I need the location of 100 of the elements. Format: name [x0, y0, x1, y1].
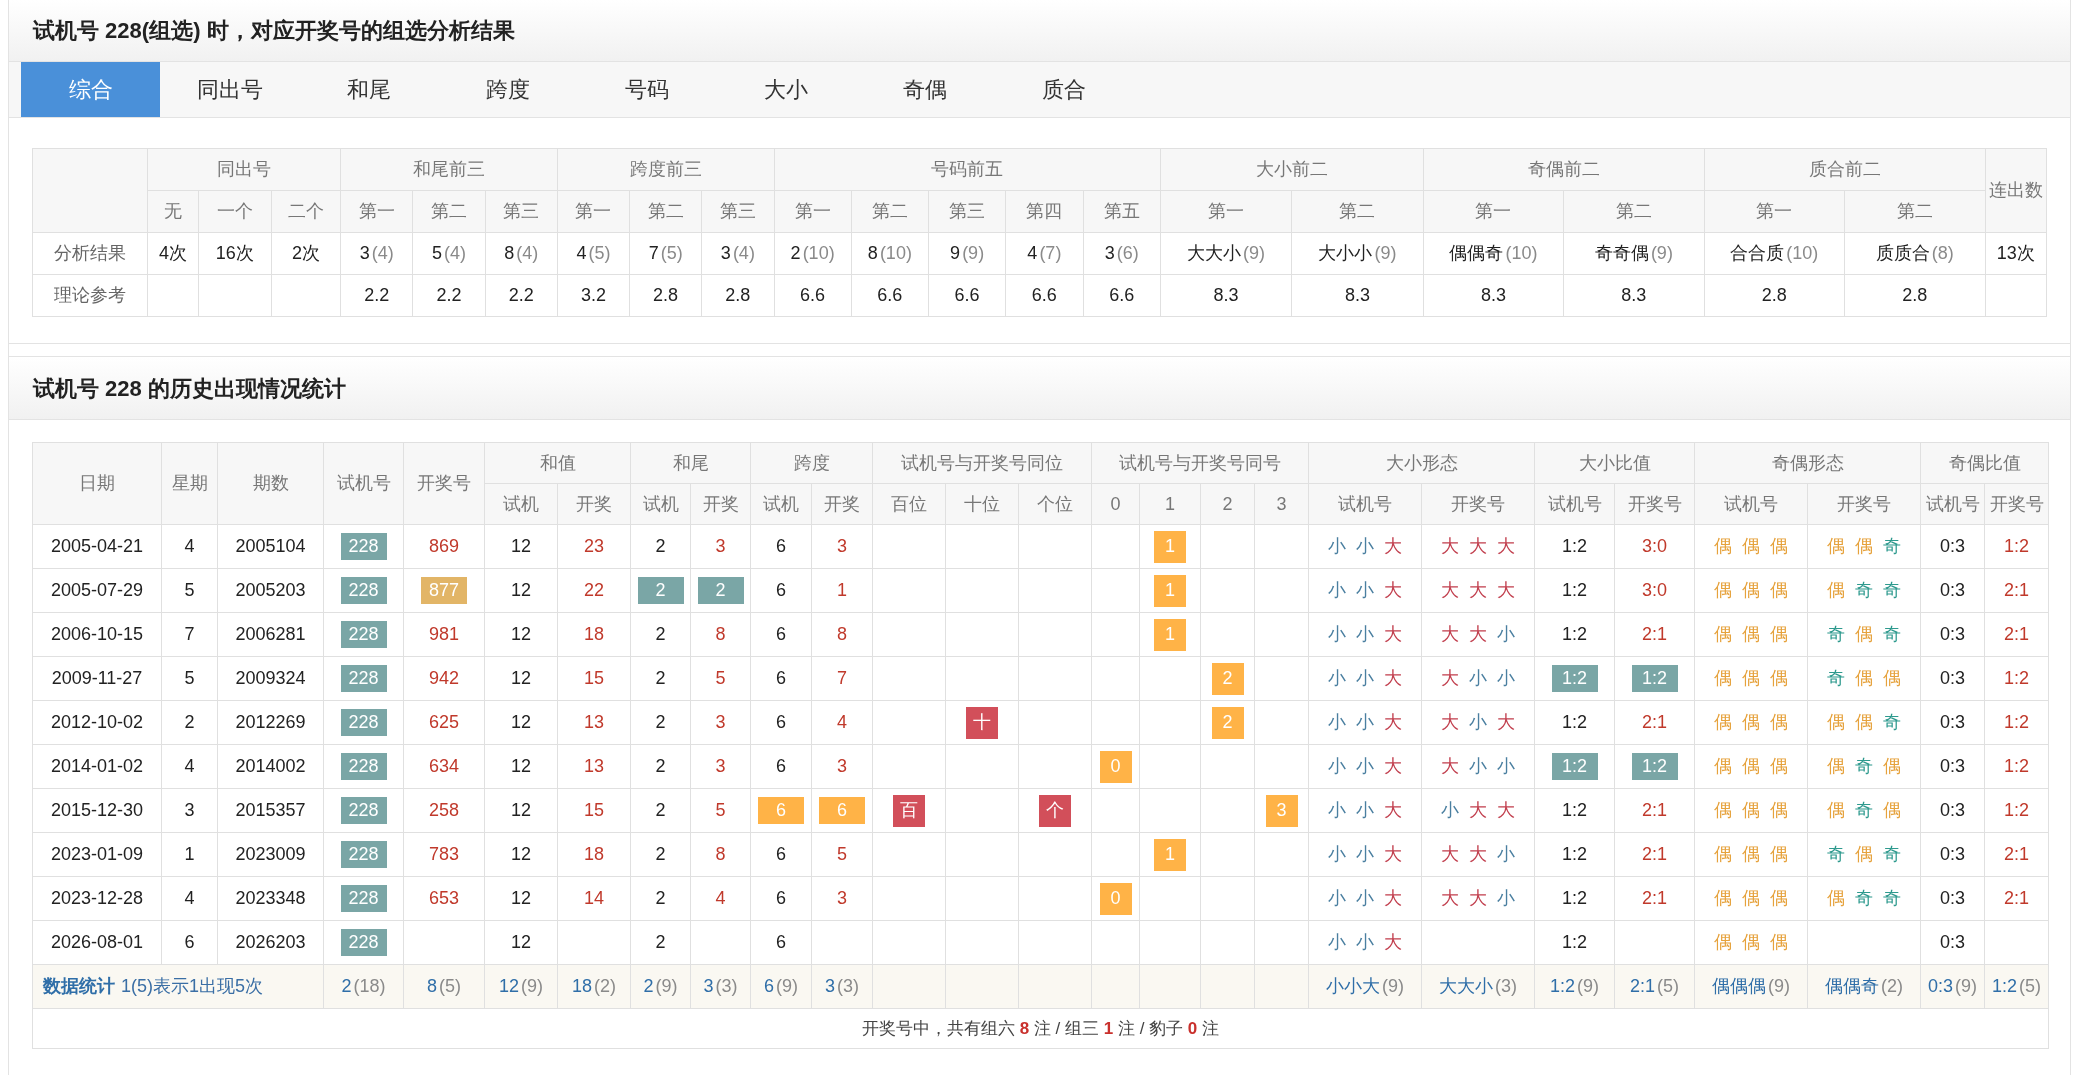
column-header: 3 — [1254, 483, 1309, 525]
table-cell: 6 — [750, 568, 812, 613]
number-badge: 2 — [697, 577, 744, 604]
table-cell: 0:3 — [1920, 744, 1985, 789]
table-cell: 偶偶偶(9) — [1694, 964, 1808, 1009]
size-pattern: 小 大 大 — [1441, 799, 1515, 822]
column-header: 星期 — [161, 442, 218, 525]
table-cell: 2006281 — [217, 612, 324, 657]
number-badge: 1:2 — [1631, 665, 1678, 692]
table-cell: 8 — [690, 832, 751, 877]
number-badge: 1:2 — [1551, 665, 1598, 692]
number-badge: 6 — [819, 797, 865, 824]
size-pattern: 小 小 大 — [1328, 799, 1402, 822]
number-badge: 1 — [1154, 574, 1186, 607]
table-cell: 2009324 — [217, 656, 324, 701]
number-badge: 2 — [637, 577, 684, 604]
tab[interactable]: 奇偶 — [855, 62, 994, 117]
number-badge: 228 — [340, 753, 387, 780]
column-header: 试机号 — [323, 442, 404, 525]
tab[interactable]: 同出号 — [160, 62, 299, 117]
table-cell: 大大小(9) — [1160, 232, 1292, 275]
table-cell: 1:2 — [1534, 612, 1615, 657]
size-pattern: 小 小 大 — [1328, 887, 1402, 910]
table-cell: 2.8 — [1704, 274, 1845, 317]
table-cell: 3(6) — [1083, 232, 1161, 275]
table-cell: 8.3 — [1160, 274, 1292, 317]
column-header: 试机号 — [1920, 483, 1985, 525]
table-cell: 783 — [403, 832, 485, 877]
table-cell: 6 — [750, 524, 812, 569]
table-cell: 2 — [630, 612, 691, 657]
table-cell: 2026203 — [217, 920, 324, 965]
number-badge: 228 — [340, 709, 387, 736]
table-cell: 偶偶奇(2) — [1807, 964, 1921, 1009]
column-header: 号码前五 — [774, 148, 1161, 191]
table-cell: 5 — [161, 656, 218, 701]
parity-pattern: 奇 偶 奇 — [1827, 843, 1901, 866]
column-header: 试机号与开奖号同号 — [1091, 442, 1309, 484]
table-cell: 6 — [750, 656, 812, 701]
table-cell: 18 — [557, 832, 631, 877]
tab[interactable]: 大小 — [716, 62, 855, 117]
column-header: 和尾前三 — [340, 148, 558, 191]
table-cell: 3(4) — [340, 232, 413, 275]
table-cell: 2(18) — [323, 964, 404, 1009]
table-cell: 6.6 — [1005, 274, 1083, 317]
tab[interactable]: 跨度 — [438, 62, 577, 117]
table-cell: 8 — [690, 612, 751, 657]
column-header: 试机号 — [1308, 483, 1422, 525]
parity-pattern: 奇 偶 奇 — [1827, 623, 1901, 646]
parity-pattern: 偶 偶 奇 — [1827, 535, 1901, 558]
table-cell: 2:1 — [1614, 832, 1695, 877]
table-cell: 1:2 — [1534, 524, 1615, 569]
table-cell: 1:2 — [1984, 700, 2049, 745]
table-cell: 5 — [161, 568, 218, 613]
table-cell: 4 — [811, 700, 873, 745]
column-header: 第二 — [1563, 190, 1705, 233]
column-header: 日期 — [32, 442, 162, 525]
table-cell: 0:3 — [1920, 920, 1985, 965]
table-cell: 12 — [484, 744, 558, 789]
number-badge: 228 — [340, 797, 387, 824]
column-header: 试机号 — [1694, 483, 1808, 525]
section-title: 试机号 228 的历史出现情况统计 — [33, 374, 346, 403]
stats-label: 数据统计 — [43, 976, 115, 996]
number-badge: 228 — [340, 929, 387, 956]
table-cell: 2005203 — [217, 568, 324, 613]
section-title: 试机号 228(组选) 时，对应开奖号的组选分析结果 — [33, 17, 515, 45]
table-cell: 12 — [484, 700, 558, 745]
table-cell: 13 — [557, 744, 631, 789]
table-cell: 0:3 — [1920, 876, 1985, 921]
size-pattern: 小 小 大 — [1328, 535, 1402, 558]
table-cell: 0:3 — [1920, 656, 1985, 701]
table-cell: 2 — [630, 744, 691, 789]
table-cell: 2.8 — [701, 274, 774, 317]
table-cell: 8.3 — [1291, 274, 1424, 317]
tab[interactable]: 和尾 — [299, 62, 438, 117]
size-pattern: 大 大 小 — [1441, 843, 1515, 866]
table-cell: 5 — [811, 832, 873, 877]
parity-pattern: 偶 奇 偶 — [1827, 755, 1901, 778]
size-pattern: 小 小 大 — [1328, 755, 1402, 778]
number-badge: 1 — [1154, 618, 1186, 651]
tab[interactable]: 质合 — [994, 62, 1133, 117]
table-cell: 1 — [811, 568, 873, 613]
table-cell: 0:3 — [1920, 700, 1985, 745]
table-cell: 6 — [750, 876, 812, 921]
table-cell: 8(5) — [403, 964, 485, 1009]
size-pattern: 大 大 大 — [1441, 579, 1515, 602]
table-cell: 6.6 — [851, 274, 929, 317]
table-cell: 3(3) — [690, 964, 751, 1009]
column-header: 第二 — [851, 190, 929, 233]
column-header: 开奖 — [811, 483, 873, 525]
tab[interactable]: 号码 — [577, 62, 716, 117]
table-cell: 奇奇偶(9) — [1563, 232, 1705, 275]
table-cell: 4 — [161, 744, 218, 789]
table-cell: 8(10) — [851, 232, 929, 275]
table-cell: 12 — [484, 524, 558, 569]
table-cell: 2026-08-01 — [32, 920, 162, 965]
number-badge: 3 — [1265, 794, 1298, 827]
column-header: 奇偶比值 — [1920, 442, 2049, 484]
table-cell: 1:2 — [1984, 744, 2049, 789]
column-header: 第二 — [629, 190, 702, 233]
column-header: 开奖号 — [403, 442, 485, 525]
